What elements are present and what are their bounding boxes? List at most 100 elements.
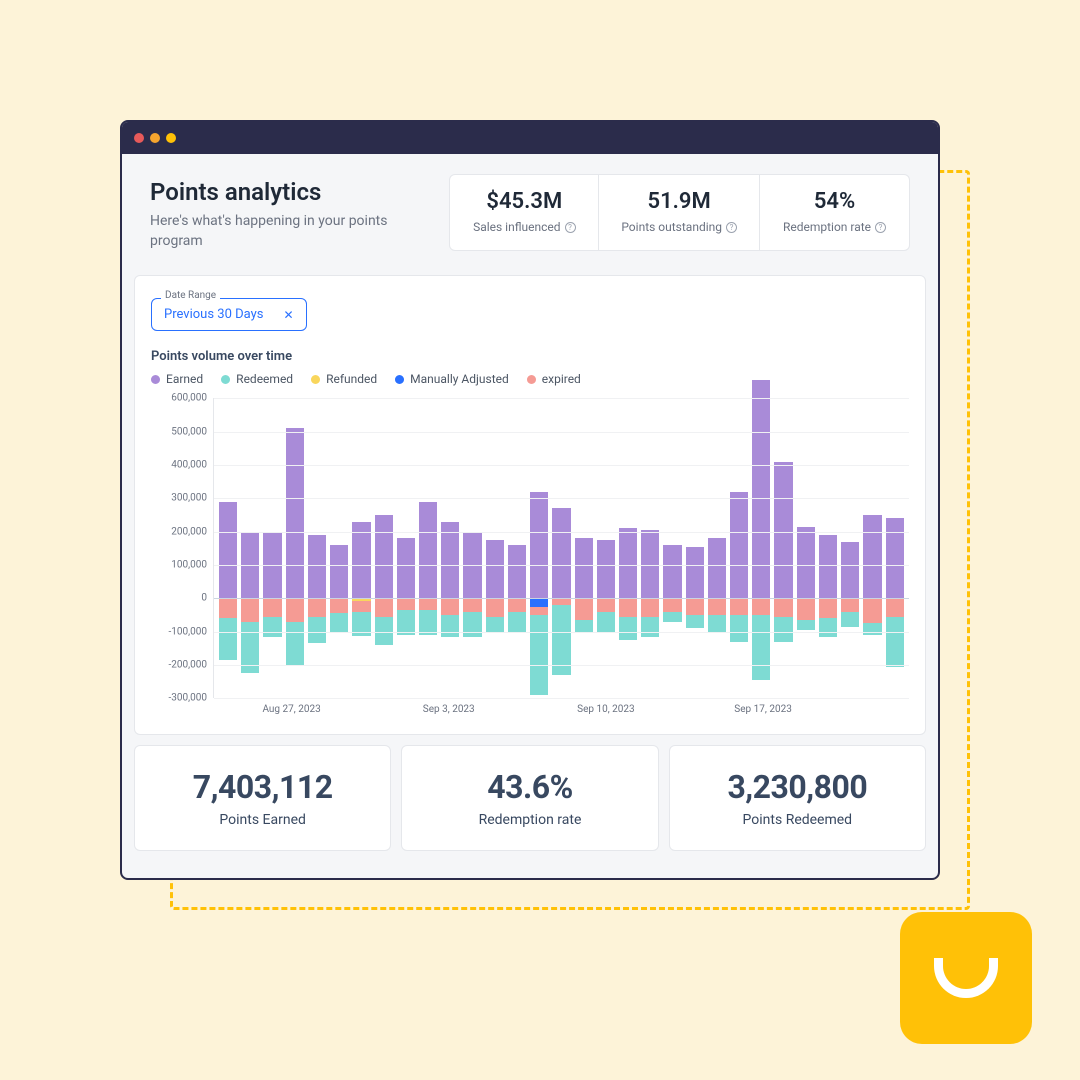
bar-segment (530, 607, 548, 615)
bar-segment (819, 618, 837, 636)
info-icon[interactable]: ? (875, 222, 886, 233)
gridline (214, 565, 909, 566)
bar-group[interactable] (330, 398, 348, 698)
window-dot-close[interactable] (134, 133, 144, 143)
bar-group[interactable] (241, 398, 259, 698)
chart-plot (213, 398, 909, 698)
bar-group[interactable] (441, 398, 459, 698)
stat-label: Redemption rate? (782, 220, 887, 234)
bar-group[interactable] (508, 398, 526, 698)
bar-segment (308, 617, 326, 644)
legend-item[interactable]: Earned (151, 372, 203, 386)
bar-group[interactable] (641, 398, 659, 698)
bar-group[interactable] (597, 398, 615, 698)
bar-segment-earned (774, 462, 792, 599)
bar-group[interactable] (575, 398, 593, 698)
bar-segment-earned (619, 528, 637, 598)
bar-group[interactable] (619, 398, 637, 698)
bar-segment-earned (819, 535, 837, 598)
bar-segment (575, 598, 593, 620)
bar-segment (508, 612, 526, 632)
info-icon[interactable]: ? (726, 222, 737, 233)
bar-segment (686, 598, 704, 615)
bar-group[interactable] (552, 398, 570, 698)
bar-group[interactable] (774, 398, 792, 698)
bar-group[interactable] (219, 398, 237, 698)
bar-group[interactable] (886, 398, 904, 698)
bar-segment (441, 598, 459, 615)
gridline (214, 498, 909, 499)
bar-segment (463, 598, 481, 611)
bar-group[interactable] (486, 398, 504, 698)
stat-value: 54% (782, 189, 887, 214)
metric-card: 7,403,112 Points Earned (134, 745, 391, 851)
bar-group[interactable] (308, 398, 326, 698)
bar-segment (752, 598, 770, 615)
legend-dot-icon (221, 375, 230, 384)
bar-group[interactable] (352, 398, 370, 698)
legend-item[interactable]: Redeemed (221, 372, 293, 386)
stat-label: Points outstanding? (621, 220, 737, 234)
bar-group[interactable] (752, 398, 770, 698)
bar-group[interactable] (863, 398, 881, 698)
bar-segment (419, 598, 437, 610)
x-tick-label: Sep 10, 2023 (577, 704, 635, 715)
legend-label: expired (542, 372, 581, 386)
bar-segment (486, 598, 504, 616)
bar-segment (619, 598, 637, 616)
gridline (214, 465, 909, 466)
bar-segment (752, 615, 770, 680)
bar-group[interactable] (797, 398, 815, 698)
bar-group[interactable] (286, 398, 304, 698)
bar-segment-earned (330, 545, 348, 598)
bar-group[interactable] (463, 398, 481, 698)
bar-segment-earned (530, 492, 548, 599)
y-tick-label: -100,000 (169, 626, 207, 637)
date-range-filter[interactable]: Date Range Previous 30 Days ✕ (151, 298, 307, 331)
bar-segment (241, 598, 259, 621)
date-range-chip[interactable]: Previous 30 Days ✕ (151, 298, 307, 331)
bar-segment (597, 598, 615, 611)
y-tick-label: 500,000 (171, 426, 207, 437)
header-row: Points analytics Here's what's happening… (122, 154, 938, 275)
bar-segment (263, 617, 281, 637)
bar-group[interactable] (708, 398, 726, 698)
bar-segment (575, 620, 593, 632)
window-dot-min[interactable] (150, 133, 160, 143)
window-dot-max[interactable] (166, 133, 176, 143)
bar-group[interactable] (730, 398, 748, 698)
y-tick-label: -300,000 (169, 693, 207, 704)
bar-group[interactable] (841, 398, 859, 698)
legend-dot-icon (151, 375, 160, 384)
legend-item[interactable]: Refunded (311, 372, 377, 386)
bar-segment (708, 615, 726, 633)
gridline (214, 665, 909, 666)
bar-group[interactable] (686, 398, 704, 698)
bar-segment (330, 598, 348, 613)
bar-group[interactable] (819, 398, 837, 698)
close-icon[interactable]: ✕ (283, 308, 293, 322)
metric-card: 3,230,800 Points Redeemed (669, 745, 926, 851)
bar-segment (219, 598, 237, 618)
bar-segment (841, 598, 859, 611)
metric-value: 3,230,800 (688, 768, 907, 806)
bar-segment-earned (375, 515, 393, 598)
bar-group[interactable] (530, 398, 548, 698)
bar-segment (774, 598, 792, 616)
bar-group[interactable] (419, 398, 437, 698)
gridline (214, 432, 909, 433)
chart-legend: Earned Redeemed Refunded Manually Adjusted e… (151, 372, 909, 386)
bar-group[interactable] (397, 398, 415, 698)
y-tick-label: 300,000 (171, 493, 207, 504)
metric-label: Points Earned (153, 812, 372, 828)
bar-segment (619, 617, 637, 640)
bar-group[interactable] (663, 398, 681, 698)
bar-group[interactable] (263, 398, 281, 698)
bar-segment (686, 615, 704, 628)
legend-item[interactable]: expired (527, 372, 581, 386)
gridline (214, 632, 909, 633)
info-icon[interactable]: ? (565, 222, 576, 233)
legend-item[interactable]: Manually Adjusted (395, 372, 509, 386)
y-tick-label: 400,000 (171, 459, 207, 470)
bar-group[interactable] (375, 398, 393, 698)
